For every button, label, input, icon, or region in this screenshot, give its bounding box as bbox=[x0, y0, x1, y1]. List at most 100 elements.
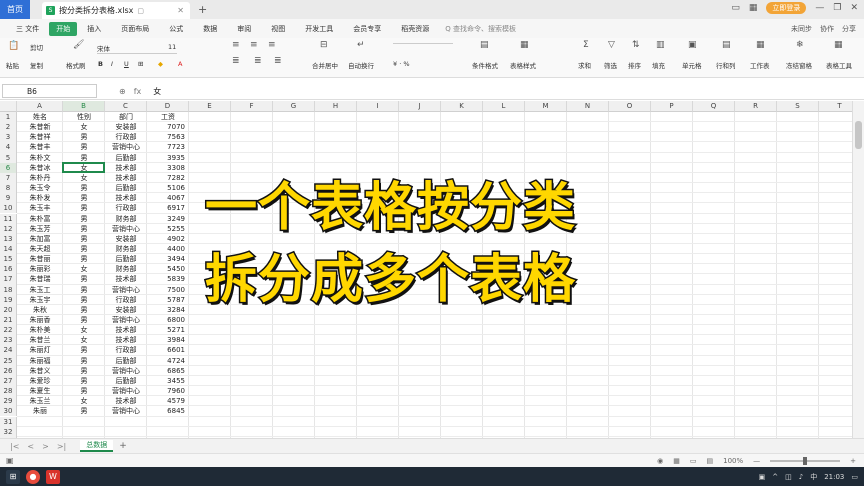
table-cell[interactable]: 后勤部 bbox=[106, 183, 146, 193]
break-view-icon[interactable]: ▤ bbox=[706, 457, 713, 465]
underline-button[interactable]: U bbox=[124, 60, 129, 68]
table-cell[interactable]: 男 bbox=[64, 234, 104, 244]
column-header[interactable]: B bbox=[63, 101, 105, 112]
next-sheet-icon[interactable]: > bbox=[42, 442, 49, 451]
filter-icon[interactable]: ▽ bbox=[608, 40, 615, 50]
table-cell[interactable]: 朱玉工 bbox=[18, 285, 62, 295]
column-header[interactable]: G bbox=[273, 101, 315, 112]
zoom-slider[interactable] bbox=[770, 456, 841, 465]
last-sheet-icon[interactable]: >| bbox=[57, 442, 66, 451]
table-cell[interactable]: 男 bbox=[64, 224, 104, 234]
notification-icon[interactable]: ▭ bbox=[851, 473, 858, 481]
table-cell[interactable]: 5839 bbox=[148, 274, 188, 284]
freeze-icon[interactable]: ❄ bbox=[796, 40, 804, 50]
table-cell[interactable]: 男 bbox=[64, 315, 104, 325]
menu-right-0[interactable]: 未同步 bbox=[791, 24, 812, 34]
table-cell[interactable]: 5787 bbox=[148, 295, 188, 305]
table-cell[interactable]: 后勤部 bbox=[106, 153, 146, 163]
table-style-button[interactable]: 表格样式 bbox=[510, 60, 536, 70]
new-tab-button[interactable]: + bbox=[198, 3, 207, 16]
menu-item-1[interactable]: 开始 bbox=[49, 21, 78, 36]
font-size-select[interactable]: 11 bbox=[168, 43, 176, 51]
table-cell[interactable]: 技术部 bbox=[106, 325, 146, 335]
grid-view-icon[interactable]: ▦ bbox=[749, 3, 758, 13]
column-header[interactable]: A bbox=[17, 101, 63, 112]
paste-icon[interactable]: 📋 bbox=[8, 41, 19, 51]
table-cell[interactable]: 男 bbox=[64, 366, 104, 376]
table-cell[interactable]: 工资 bbox=[148, 112, 188, 122]
column-header[interactable]: P bbox=[651, 101, 693, 112]
row-header[interactable]: 25 bbox=[0, 355, 17, 366]
row-header[interactable]: 2 bbox=[0, 122, 17, 133]
start-icon[interactable]: ⊞ bbox=[6, 469, 20, 484]
sort-icon[interactable]: ⇅ bbox=[632, 40, 640, 50]
row-header[interactable]: 19 bbox=[0, 294, 17, 305]
table-cell[interactable]: 男 bbox=[64, 254, 104, 264]
row-header[interactable]: 4 bbox=[0, 142, 17, 153]
table-cell[interactable]: 男 bbox=[64, 295, 104, 305]
formula-input[interactable]: 女 bbox=[153, 86, 161, 97]
window-close-icon[interactable]: ✕ bbox=[850, 3, 858, 13]
ime-icon[interactable]: 中 bbox=[810, 472, 817, 482]
row-header[interactable]: 12 bbox=[0, 223, 17, 234]
restore-icon[interactable]: ❐ bbox=[833, 3, 841, 13]
paste-button-label[interactable]: 粘贴 bbox=[6, 60, 19, 70]
fill-button[interactable]: 填充 bbox=[652, 60, 665, 70]
table-cell[interactable]: 朱玉丰 bbox=[18, 203, 62, 213]
cond-format-icon[interactable]: ▤ bbox=[480, 40, 489, 50]
wrap-button[interactable]: 自动换行 bbox=[348, 60, 374, 70]
table-cell[interactable]: 4902 bbox=[148, 234, 188, 244]
table-cell[interactable]: 朱玉芳 bbox=[18, 224, 62, 234]
column-header[interactable]: C bbox=[105, 101, 147, 112]
column-header[interactable]: K bbox=[441, 101, 483, 112]
row-header[interactable]: 1 bbox=[0, 112, 17, 123]
worksheet-button[interactable]: 工作表 bbox=[750, 60, 770, 70]
table-cell[interactable]: 营销中心 bbox=[106, 142, 146, 152]
table-tools-button[interactable]: 表格工具 bbox=[826, 60, 852, 70]
table-cell[interactable]: 朱秋 bbox=[18, 305, 62, 315]
column-header[interactable]: L bbox=[483, 101, 525, 112]
align-left-icon[interactable]: ≣ bbox=[232, 56, 240, 66]
worksheet-icon[interactable]: ▦ bbox=[756, 40, 765, 50]
column-header[interactable]: T bbox=[819, 101, 852, 112]
table-cell[interactable]: 朱朴文 bbox=[18, 153, 62, 163]
table-cell[interactable]: 朱朴发 bbox=[18, 193, 62, 203]
table-cell[interactable]: 行政部 bbox=[106, 345, 146, 355]
table-cell[interactable]: 男 bbox=[64, 285, 104, 295]
table-cell[interactable]: 行政部 bbox=[106, 203, 146, 213]
menu-item-2[interactable]: 插入 bbox=[77, 24, 111, 34]
table-cell[interactable]: 朱昔瑞 bbox=[18, 274, 62, 284]
row-header[interactable]: 32 bbox=[0, 426, 17, 437]
wrap-icon[interactable]: ↵ bbox=[357, 40, 365, 50]
column-header[interactable]: S bbox=[777, 101, 819, 112]
row-header[interactable]: 7 bbox=[0, 172, 17, 184]
table-cell[interactable]: 行政部 bbox=[106, 295, 146, 305]
table-cell[interactable]: 朱朴丹 bbox=[18, 173, 62, 183]
table-cell[interactable]: 技术部 bbox=[106, 335, 146, 345]
table-cell[interactable]: 男 bbox=[64, 193, 104, 203]
row-header[interactable]: 18 bbox=[0, 284, 17, 295]
menu-item-6[interactable]: 审阅 bbox=[227, 24, 261, 34]
macro-icon[interactable]: ▣ bbox=[6, 456, 14, 465]
table-cell[interactable]: 财务部 bbox=[106, 264, 146, 274]
table-cell[interactable]: 技术部 bbox=[106, 193, 146, 203]
table-cell[interactable]: 3284 bbox=[148, 305, 188, 315]
table-cell[interactable]: 7500 bbox=[148, 285, 188, 295]
table-cell[interactable]: 男 bbox=[64, 345, 104, 355]
network-icon[interactable]: ◫ bbox=[785, 473, 792, 481]
command-search[interactable]: Q 查找命令、搜索模板 bbox=[445, 24, 516, 34]
row-header[interactable]: 17 bbox=[0, 274, 17, 285]
table-cell[interactable]: 朱丽灯 bbox=[18, 345, 62, 355]
table-cell[interactable]: 6845 bbox=[148, 406, 188, 416]
table-cell[interactable]: 财务部 bbox=[106, 214, 146, 224]
row-header[interactable]: 20 bbox=[0, 304, 17, 315]
table-cell[interactable]: 技术部 bbox=[106, 173, 146, 183]
fill-color-icon[interactable]: ◆ bbox=[158, 60, 163, 68]
table-cell[interactable]: 5271 bbox=[148, 325, 188, 335]
freeze-button[interactable]: 冻结窗格 bbox=[786, 60, 812, 70]
table-cell[interactable]: 营销中心 bbox=[106, 285, 146, 295]
table-cell[interactable]: 行政部 bbox=[106, 132, 146, 142]
row-header[interactable]: 26 bbox=[0, 365, 17, 376]
table-cell[interactable]: 6917 bbox=[148, 203, 188, 213]
border-icon[interactable]: ⊞ bbox=[138, 60, 143, 68]
